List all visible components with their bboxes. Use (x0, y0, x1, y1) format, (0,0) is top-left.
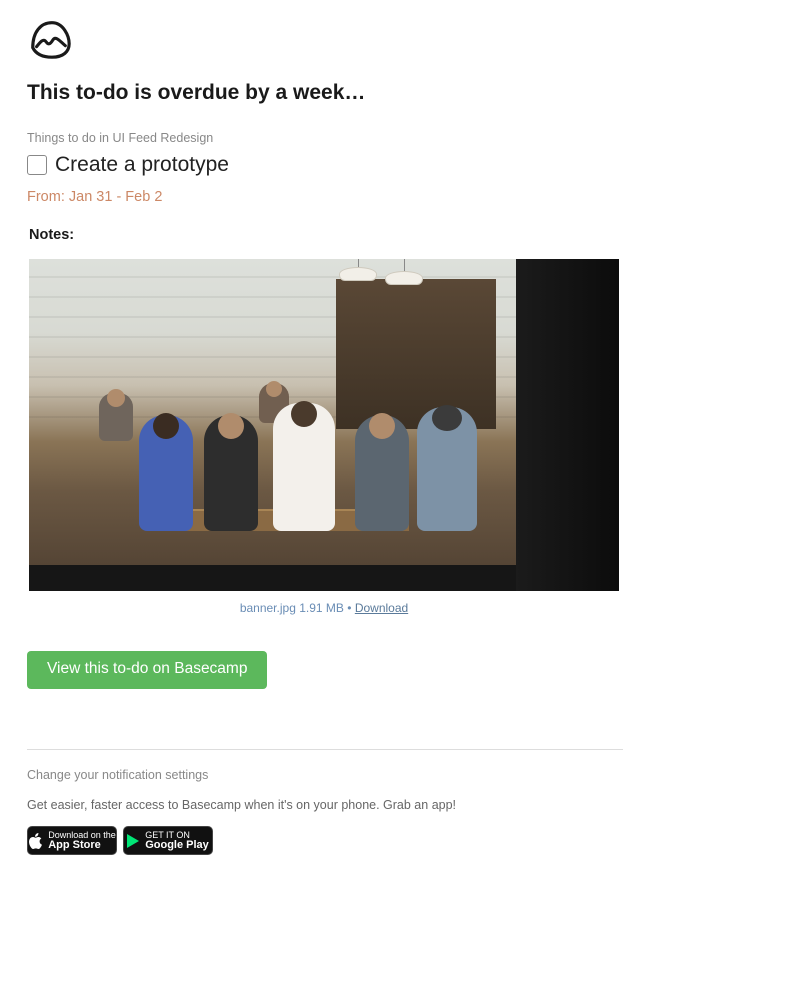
google-play-button[interactable]: GET IT ON Google Play (123, 826, 213, 855)
store-buttons: Download on the App Store GET IT ON Goog… (27, 826, 773, 855)
footer-divider (27, 749, 623, 750)
notification-settings-link[interactable]: Change your notification settings (27, 768, 773, 782)
todo-date-range: From: Jan 31 - Feb 2 (27, 189, 773, 205)
todo-checkbox[interactable] (27, 155, 47, 175)
view-on-basecamp-button[interactable]: View this to-do on Basecamp (27, 651, 267, 689)
notes-label: Notes: (29, 227, 773, 243)
app-promo-text: Get easier, faster access to Basecamp wh… (27, 798, 773, 812)
app-store-button[interactable]: Download on the App Store (27, 826, 117, 855)
todo-item: Create a prototype (27, 153, 773, 177)
apple-icon (28, 833, 42, 849)
attachment-filename: banner.jpg (240, 601, 296, 615)
app-store-label: Download on the App Store (48, 831, 116, 851)
basecamp-logo-icon (27, 18, 73, 60)
google-play-label: GET IT ON Google Play (145, 831, 209, 851)
download-link[interactable]: Download (355, 601, 408, 615)
breadcrumb: Things to do in UI Feed Redesign (27, 131, 773, 145)
google-play-icon (127, 834, 139, 848)
todo-title: Create a prototype (55, 153, 229, 177)
basecamp-logo (27, 18, 773, 65)
attachment-separator: • (347, 601, 355, 615)
attachment-filesize: 1.91 MB (299, 601, 344, 615)
attachment-caption: banner.jpg 1.91 MB • Download (29, 601, 619, 615)
attachment-image[interactable] (29, 259, 619, 591)
page-title: This to-do is overdue by a week… (27, 81, 773, 105)
